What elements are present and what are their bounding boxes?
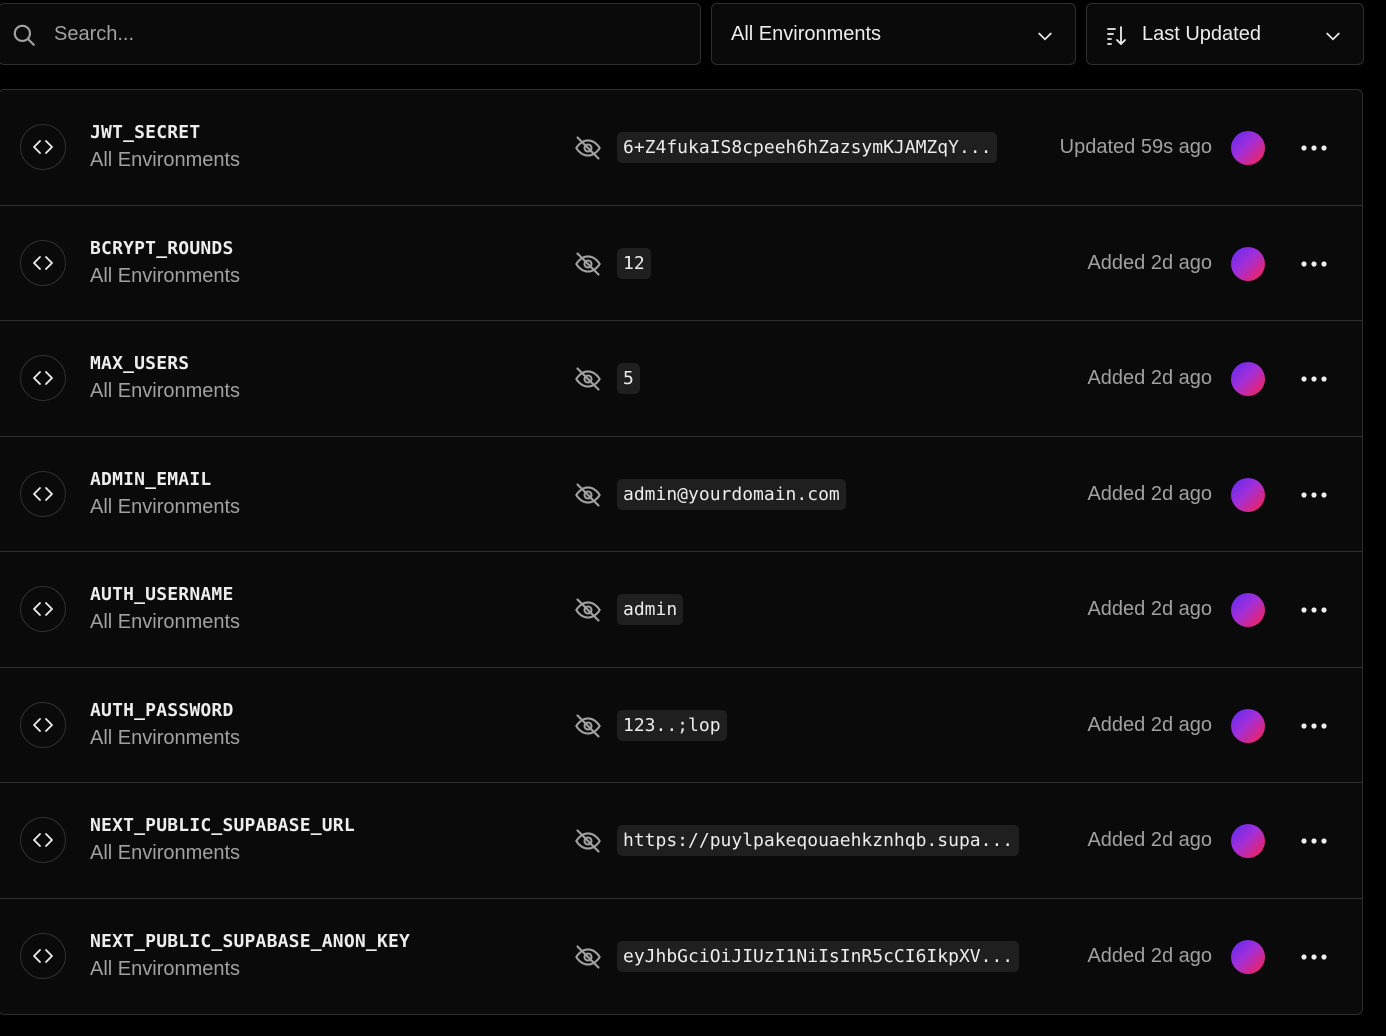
more-horizontal-icon[interactable] — [1297, 596, 1331, 624]
variable-environment: All Environments — [90, 149, 241, 171]
eye-off-icon[interactable] — [574, 481, 602, 509]
variable-environment: All Environments — [90, 957, 241, 980]
search-icon — [13, 24, 35, 46]
variable-status: Added 2d ago — [1087, 367, 1212, 389]
avatar[interactable] — [1231, 939, 1265, 974]
eye-off-icon[interactable] — [574, 250, 602, 278]
env-variable-row[interactable]: JWT_SECRET All Environments 6+Z4fukaIS8c… — [0, 90, 1362, 206]
variable-status: Added 2d ago — [1087, 482, 1212, 505]
variable-value[interactable]: 5 — [617, 363, 640, 394]
more-horizontal-icon[interactable] — [1297, 943, 1331, 971]
variable-status: Added 2d ago — [1087, 944, 1212, 967]
variable-name: AUTH_PASSWORD — [90, 699, 234, 721]
variable-status: Added 2d ago — [1087, 598, 1212, 620]
variable-environment: All Environments — [90, 726, 241, 749]
eye-off-icon[interactable] — [574, 712, 602, 740]
eye-off-icon[interactable] — [574, 596, 602, 624]
avatar[interactable] — [1231, 593, 1265, 627]
variable-name: NEXT_PUBLIC_SUPABASE_ANON_KEY — [90, 930, 411, 952]
env-variable-list: JWT_SECRET All Environments 6+Z4fukaIS8c… — [0, 89, 1363, 1015]
search-input[interactable] — [54, 4, 674, 64]
avatar[interactable] — [1231, 477, 1265, 512]
eye-off-icon[interactable] — [574, 827, 602, 855]
eye-off-icon[interactable] — [574, 365, 602, 393]
sort-select-label: Last Updated — [1142, 23, 1261, 45]
more-horizontal-icon[interactable] — [1297, 365, 1331, 393]
variable-status: Added 2d ago — [1087, 829, 1212, 851]
avatar[interactable] — [1231, 246, 1265, 281]
avatar[interactable] — [1231, 824, 1265, 858]
env-variable-row[interactable]: ADMIN_EMAIL All Environments admin@yourd… — [0, 437, 1362, 552]
toolbar: All Environments Last Updated — [0, 3, 1364, 65]
variable-environment: All Environments — [90, 842, 241, 864]
environment-select[interactable]: All Environments — [711, 3, 1076, 65]
code-icon — [20, 470, 66, 517]
code-icon — [20, 124, 66, 170]
variable-status: Updated 59s ago — [1059, 136, 1212, 158]
more-horizontal-icon[interactable] — [1297, 481, 1331, 509]
variable-name: MAX_USERS — [90, 353, 190, 374]
code-icon — [20, 355, 66, 401]
sort-descending-icon — [1107, 26, 1126, 46]
env-variable-row[interactable]: BCRYPT_ROUNDS All Environments 12 Added … — [0, 206, 1362, 321]
chevron-down-icon — [1038, 32, 1052, 41]
chevron-down-icon — [1326, 32, 1340, 41]
code-icon — [20, 932, 66, 979]
variable-name: JWT_SECRET — [90, 122, 201, 143]
environment-select-label: All Environments — [731, 23, 882, 45]
variable-status: Added 2d ago — [1087, 251, 1212, 274]
variable-environment: All Environments — [90, 264, 241, 287]
variable-value[interactable]: 12 — [617, 247, 651, 279]
code-icon — [20, 586, 66, 632]
env-variable-row[interactable]: AUTH_USERNAME All Environments admin Add… — [0, 552, 1362, 668]
variable-value[interactable]: 6+Z4fukaIS8cpeeh6hZazsymKJAMZqY... — [617, 132, 998, 163]
avatar[interactable] — [1231, 708, 1265, 743]
env-variable-row[interactable]: NEXT_PUBLIC_SUPABASE_ANON_KEY All Enviro… — [0, 899, 1362, 1015]
variable-value[interactable]: https://puylpakeqouaehkznhqb.supa... — [617, 825, 1020, 856]
code-icon — [20, 701, 66, 748]
variable-environment: All Environments — [90, 495, 241, 518]
variable-name: NEXT_PUBLIC_SUPABASE_URL — [90, 815, 355, 836]
more-horizontal-icon[interactable] — [1297, 134, 1331, 162]
variable-environment: All Environments — [90, 380, 241, 402]
env-variable-row[interactable]: MAX_USERS All Environments 5 Added 2d ag… — [0, 321, 1362, 437]
env-variable-row[interactable]: NEXT_PUBLIC_SUPABASE_URL All Environment… — [0, 783, 1362, 899]
variable-name: AUTH_USERNAME — [90, 584, 234, 605]
eye-off-icon[interactable] — [574, 134, 602, 162]
variable-name: BCRYPT_ROUNDS — [90, 237, 234, 259]
env-variable-row[interactable]: AUTH_PASSWORD All Environments 123..;lop… — [0, 668, 1362, 783]
variable-value[interactable]: eyJhbGciOiJIUzI1NiIsInR5cCI6IkpXV... — [617, 940, 1020, 972]
variable-value[interactable]: admin@yourdomain.com — [617, 478, 846, 510]
sort-select[interactable]: Last Updated — [1086, 3, 1364, 65]
more-horizontal-icon[interactable] — [1297, 827, 1331, 855]
variable-value[interactable]: admin — [617, 594, 684, 625]
variable-name: ADMIN_EMAIL — [90, 468, 212, 490]
variable-value[interactable]: 123..;lop — [617, 709, 727, 741]
code-icon — [20, 239, 66, 286]
variable-status: Added 2d ago — [1087, 713, 1212, 736]
variable-environment: All Environments — [90, 611, 241, 633]
avatar[interactable] — [1231, 362, 1265, 396]
search-box[interactable] — [0, 3, 701, 65]
eye-off-icon[interactable] — [574, 943, 602, 971]
more-horizontal-icon[interactable] — [1297, 250, 1331, 278]
avatar[interactable] — [1231, 131, 1265, 165]
more-horizontal-icon[interactable] — [1297, 712, 1331, 740]
code-icon — [20, 817, 66, 863]
